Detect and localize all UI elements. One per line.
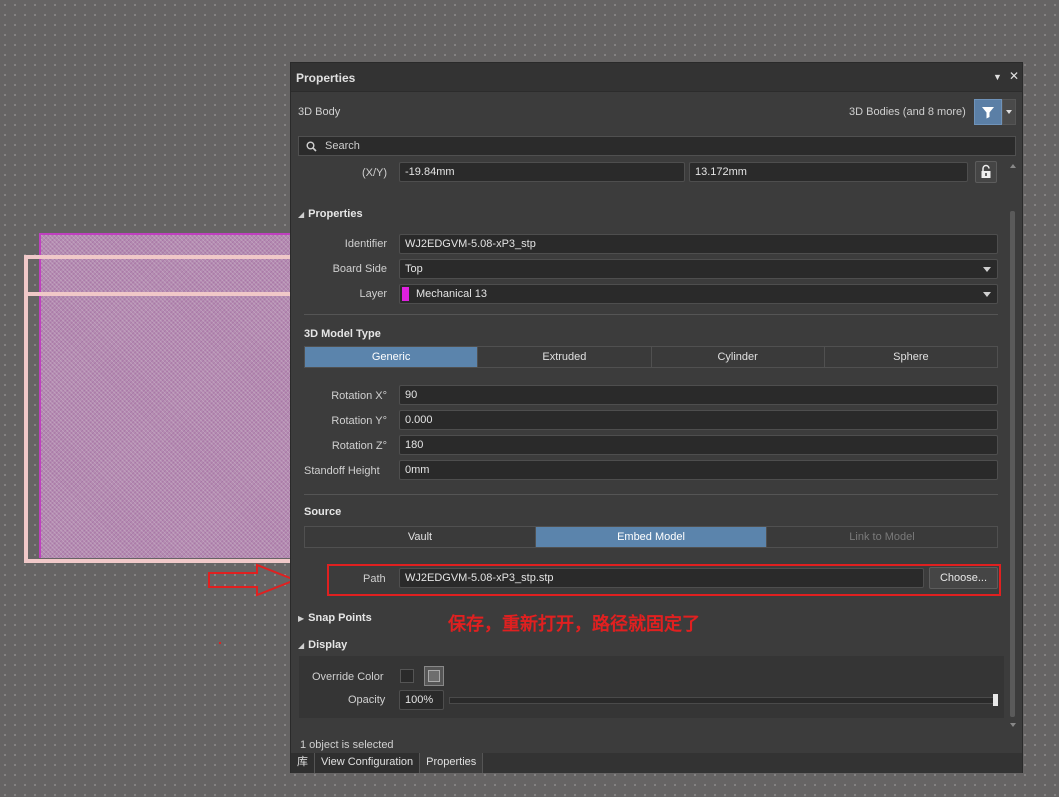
highlight-box-annotation <box>327 564 1001 596</box>
scrollbar[interactable] <box>1010 211 1015 717</box>
rotation-y-label: Rotation Y° <box>331 415 387 427</box>
layer-color-swatch <box>402 287 409 301</box>
divider <box>304 314 998 315</box>
rotation-y-field[interactable]: 0.000 <box>399 410 998 430</box>
identifier-field[interactable]: WJ2EDGVM-5.08-xP3_stp <box>399 234 998 254</box>
red-arrow-annotation <box>208 563 298 597</box>
board-side-select[interactable]: Top <box>399 259 998 279</box>
properties-panel: Properties ▼ ✕ 3D Body 3D Bodies (and 8 … <box>290 62 1023 773</box>
override-color-label: Override Color <box>312 671 384 683</box>
filter-icon <box>982 107 994 119</box>
panel-menu-icon[interactable]: ▼ <box>993 72 1002 82</box>
lock-icon <box>981 164 991 178</box>
search-placeholder: Search <box>325 140 360 152</box>
standoff-height-field[interactable]: 0mm <box>399 460 998 480</box>
source-selector: Vault Embed Model Link to Model <box>304 526 998 548</box>
xy-label: (X/Y) <box>361 167 387 179</box>
rotation-z-field[interactable]: 180 <box>399 435 998 455</box>
close-icon[interactable]: ✕ <box>1009 69 1019 83</box>
source-link-to-model: Link to Model <box>767 527 997 547</box>
layer-label: Layer <box>359 288 387 300</box>
object-type-label: 3D Body <box>298 106 341 118</box>
search-icon <box>306 141 317 152</box>
model-type-cylinder[interactable]: Cylinder <box>651 347 825 367</box>
panel-titlebar: Properties ▼ ✕ <box>291 63 1022 92</box>
divider <box>304 494 998 495</box>
rotation-x-field[interactable]: 90 <box>399 385 998 405</box>
display-header[interactable]: ◢ Display <box>298 639 347 651</box>
override-color-swatch[interactable] <box>424 666 444 686</box>
board-side-value: Top <box>405 263 423 275</box>
identifier-label: Identifier <box>344 238 387 250</box>
source-header: Source <box>304 506 342 518</box>
scroll-down-icon[interactable] <box>1010 723 1016 727</box>
status-text: 1 object is selected <box>300 739 394 751</box>
override-color-checkbox[interactable] <box>400 669 414 683</box>
chevron-down-icon <box>1006 110 1012 114</box>
opacity-label: Opacity <box>348 694 386 706</box>
model-type-header: 3D Model Type <box>304 328 381 340</box>
opacity-field[interactable]: 100% <box>399 690 444 710</box>
y-position-field[interactable]: 13.172mm <box>689 162 968 182</box>
model-type-sphere[interactable]: Sphere <box>824 347 997 367</box>
board-side-label: Board Side <box>332 263 387 275</box>
opacity-slider[interactable] <box>449 697 997 704</box>
model-type-selector: Generic Extruded Cylinder Sphere <box>304 346 998 368</box>
annotation-text: 保存，重新打开，路径就固定了 <box>448 614 700 635</box>
model-type-generic[interactable]: Generic <box>305 347 479 367</box>
chevron-down-icon <box>983 267 991 272</box>
snap-points-header[interactable]: ▶ Snap Points <box>298 612 372 624</box>
properties-section-header[interactable]: ◢ Properties <box>298 208 363 220</box>
tab-view-configuration[interactable]: View Configuration <box>315 753 421 773</box>
scroll-up-icon[interactable] <box>1010 164 1016 168</box>
layer-select[interactable]: Mechanical 13 <box>399 284 998 304</box>
search-input[interactable]: Search <box>298 136 1016 156</box>
tab-properties[interactable]: Properties <box>420 753 484 773</box>
component-outline[interactable] <box>24 255 292 563</box>
source-embed-model[interactable]: Embed Model <box>536 527 767 547</box>
bottom-tabs: 库 View Configuration Properties <box>291 753 1022 773</box>
component-outline-line <box>24 292 292 296</box>
layer-value: Mechanical 13 <box>416 288 487 300</box>
tab-library[interactable]: 库 <box>291 753 315 773</box>
filter-dropdown-button[interactable] <box>1002 99 1016 125</box>
opacity-slider-handle[interactable] <box>993 694 998 706</box>
x-position-field[interactable]: -19.84mm <box>399 162 685 182</box>
origin-marker <box>219 642 221 644</box>
lock-button[interactable] <box>975 161 997 183</box>
filter-button[interactable] <box>974 99 1002 125</box>
standoff-height-label: Standoff Height <box>304 465 380 477</box>
panel-title: Properties <box>296 71 356 85</box>
rotation-x-label: Rotation X° <box>331 390 387 402</box>
model-type-extruded[interactable]: Extruded <box>478 347 652 367</box>
rotation-z-label: Rotation Z° <box>331 440 387 452</box>
filter-summary: 3D Bodies (and 8 more) <box>849 106 966 118</box>
chevron-down-icon <box>983 292 991 297</box>
source-vault[interactable]: Vault <box>305 527 536 547</box>
